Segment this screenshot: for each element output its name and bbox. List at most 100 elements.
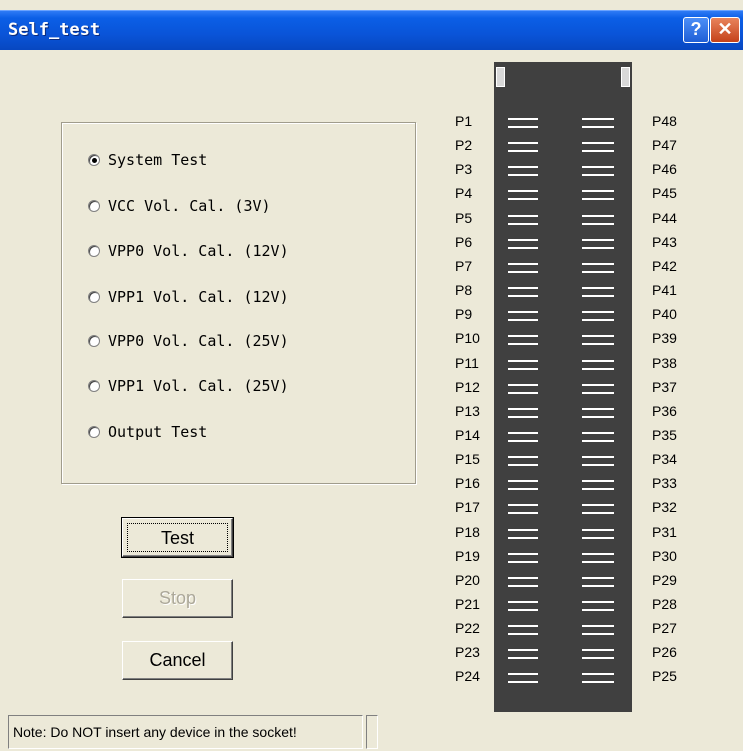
pin-label-right: P29 [652, 572, 677, 588]
pin-label-right: P46 [652, 161, 677, 177]
radio-label: System Test [108, 151, 208, 169]
pin-label-right: P31 [652, 524, 677, 540]
pin-label-right: P47 [652, 137, 677, 153]
socket-pin-right [582, 553, 614, 563]
socket-pin-left [508, 577, 538, 587]
radio-button-icon[interactable] [88, 245, 100, 257]
pin-label-right: P44 [652, 210, 677, 226]
pin-label-right: P25 [652, 668, 677, 684]
pin-label-right: P39 [652, 330, 677, 346]
pin-label-left: P1 [455, 113, 473, 129]
pin-label-right: P30 [652, 548, 677, 564]
pin-label-left: P3 [455, 161, 473, 177]
socket-pin-left [508, 649, 538, 659]
pin-label-right: P34 [652, 451, 677, 467]
socket-pin-right [582, 625, 614, 635]
pin-label-left: P19 [455, 548, 480, 564]
pin-label-left: P15 [455, 451, 480, 467]
radio-vpp0-cal-12v[interactable]: VPP0 Vol. Cal. (12V) [88, 241, 289, 261]
pin-label-left: P14 [455, 427, 480, 443]
close-button[interactable]: ✕ [710, 17, 740, 43]
cancel-button[interactable]: Cancel [122, 641, 233, 680]
pin-label-left: P21 [455, 596, 480, 612]
radio-label: VPP1 Vol. Cal. (12V) [108, 288, 289, 306]
radio-system-test[interactable]: System Test [88, 150, 207, 170]
pin-label-left: P22 [455, 620, 480, 636]
socket-pin-left [508, 287, 538, 297]
pin-label-right: P28 [652, 596, 677, 612]
pin-label-left: P4 [455, 185, 473, 201]
radio-button-icon[interactable] [88, 335, 100, 347]
self-test-dialog: Self_test ? ✕ System Test VCC Vol. Cal. … [0, 0, 743, 751]
pin-label-left: P9 [455, 306, 473, 322]
socket-pin-right [582, 432, 614, 442]
socket-pin-left [508, 166, 538, 176]
pin-label-right: P48 [652, 113, 677, 129]
radio-vpp1-cal-25v[interactable]: VPP1 Vol. Cal. (25V) [88, 376, 289, 396]
test-button[interactable]: Test [121, 517, 234, 558]
socket-pin-right [582, 287, 614, 297]
pin-label-right: P43 [652, 234, 677, 250]
pin-label-left: P16 [455, 475, 480, 491]
socket-pin-right [582, 529, 614, 539]
socket-pin-right [582, 577, 614, 587]
pin-label-right: P27 [652, 620, 677, 636]
socket-pin-left [508, 673, 538, 683]
status-pane [366, 715, 378, 749]
socket-pin-left [508, 311, 538, 321]
pin-label-right: P38 [652, 355, 677, 371]
socket-pin-right [582, 649, 614, 659]
radio-button-icon[interactable] [88, 426, 100, 438]
radio-output-test[interactable]: Output Test [88, 422, 207, 442]
radio-vcc-cal-3v[interactable]: VCC Vol. Cal. (3V) [88, 196, 271, 216]
radio-button-icon[interactable] [88, 200, 100, 212]
pin-label-right: P42 [652, 258, 677, 274]
radio-label: VPP0 Vol. Cal. (12V) [108, 242, 289, 260]
socket-pin-left [508, 142, 538, 152]
socket-pin-left [508, 456, 538, 466]
socket-pin-left [508, 529, 538, 539]
test-button-label: Test [127, 523, 228, 552]
pin-label-left: P10 [455, 330, 480, 346]
socket-pin-left [508, 601, 538, 611]
socket-pin-left [508, 432, 538, 442]
pin-label-right: P32 [652, 499, 677, 515]
pin-label-left: P12 [455, 379, 480, 395]
socket-pin-right [582, 142, 614, 152]
socket-pin-left [508, 263, 538, 273]
socket-pin-left [508, 335, 538, 345]
pin-label-right: P40 [652, 306, 677, 322]
socket-pin-left [508, 553, 538, 563]
radio-button-icon[interactable] [88, 291, 100, 303]
socket-pin-right [582, 480, 614, 490]
stop-button: Stop [122, 579, 233, 618]
socket-lever-left [496, 67, 505, 87]
socket-pin-right [582, 166, 614, 176]
socket-pin-left [508, 625, 538, 635]
radio-button-icon[interactable] [88, 154, 100, 166]
pin-label-left: P7 [455, 258, 473, 274]
pin-label-left: P11 [455, 355, 479, 371]
help-button[interactable]: ? [683, 17, 709, 43]
pin-label-left: P8 [455, 282, 473, 298]
socket-pin-right [582, 360, 614, 370]
pin-label-right: P45 [652, 185, 677, 201]
window-title: Self_test [8, 20, 101, 40]
socket-pin-right [582, 190, 614, 200]
pin-label-right: P37 [652, 379, 677, 395]
radio-label: VPP1 Vol. Cal. (25V) [108, 377, 289, 395]
pin-label-left: P17 [455, 499, 480, 515]
radio-vpp1-cal-12v[interactable]: VPP1 Vol. Cal. (12V) [88, 287, 289, 307]
socket-pin-right [582, 215, 614, 225]
radio-label: VCC Vol. Cal. (3V) [108, 197, 271, 215]
pin-label-left: P24 [455, 668, 480, 684]
socket-pin-right [582, 335, 614, 345]
socket-pin-right [582, 311, 614, 321]
pin-label-left: P6 [455, 234, 473, 250]
title-bar[interactable]: Self_test ? ✕ [0, 10, 743, 50]
pin-label-left: P18 [455, 524, 480, 540]
radio-button-icon[interactable] [88, 380, 100, 392]
socket-pin-left [508, 360, 538, 370]
radio-label: Output Test [108, 423, 208, 441]
radio-vpp0-cal-25v[interactable]: VPP0 Vol. Cal. (25V) [88, 331, 289, 351]
